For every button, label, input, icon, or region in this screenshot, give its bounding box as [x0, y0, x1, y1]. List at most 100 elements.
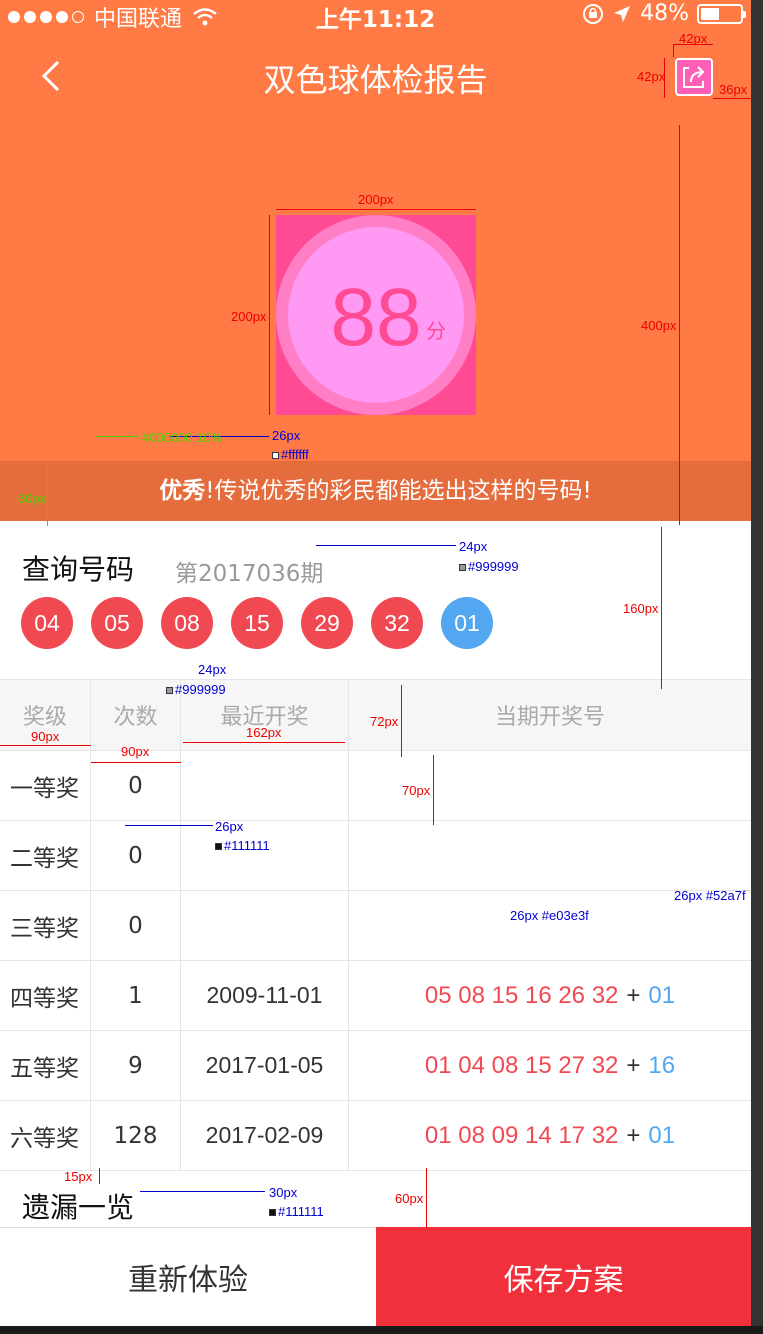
spec-label: 26px	[215, 819, 244, 834]
red-ball: 08	[161, 597, 213, 649]
spec-label: #111111	[215, 838, 270, 853]
prize-count: 128	[91, 1101, 181, 1170]
spec-line	[401, 685, 402, 757]
prize-numbers	[349, 821, 751, 890]
blue-number: 01	[648, 981, 676, 1009]
query-issue: 第2017036期	[175, 561, 324, 587]
red-ball: 15	[231, 597, 283, 649]
spec-label: #000000 10%	[142, 430, 223, 445]
spec-line	[433, 755, 434, 825]
evaluation-grade: 优秀	[159, 478, 206, 504]
spec-label: 26px	[272, 428, 301, 443]
prize-count: 1	[91, 961, 181, 1030]
spec-label: 26px #52a7f	[674, 888, 746, 903]
spec-color: #999999	[468, 559, 519, 574]
spec-label: 24px	[198, 662, 227, 677]
query-balls: 04 05 08 15 29 32 01	[21, 597, 493, 649]
blue-number: 01	[648, 1121, 676, 1149]
missing-overview-title: 遗漏一览	[22, 1191, 135, 1224]
spec-label: 200px	[231, 309, 267, 324]
spec-label: 60px	[395, 1191, 424, 1206]
spec-label: #ffffff	[272, 447, 309, 462]
table-row: 三等奖 0	[0, 891, 751, 961]
spec-label: 30px	[269, 1185, 298, 1200]
plus-sign: +	[626, 1051, 641, 1079]
spec-label: #999999	[166, 682, 226, 697]
prize-date: 2017-01-05	[181, 1031, 349, 1100]
spec-label: 90px	[121, 744, 150, 759]
prize-level: 一等奖	[0, 751, 91, 820]
battery-icon	[697, 3, 746, 24]
red-ball: 32	[371, 597, 423, 649]
battery-fill	[701, 7, 720, 20]
spec-line	[183, 742, 345, 743]
spec-label: 36px	[719, 82, 748, 97]
blue-ball: 01	[441, 597, 493, 649]
share-icon	[683, 66, 705, 88]
red-ball: 05	[91, 597, 143, 649]
evaluation-text: !传说优秀的彩民都能选出这样的号码!	[205, 478, 592, 504]
spec-line	[140, 1191, 265, 1192]
spec-color: #111111	[224, 838, 270, 853]
spec-line	[99, 1168, 100, 1184]
spec-label: #999999	[459, 559, 519, 574]
prize-date: 2017-02-09	[181, 1101, 349, 1170]
spec-color: #111111	[278, 1204, 324, 1219]
spec-line	[661, 527, 662, 689]
footer-bar: 重新体验 保存方案	[0, 1227, 751, 1326]
plus-sign: +	[626, 981, 641, 1009]
plus-sign: +	[626, 1121, 641, 1149]
score-badge: 88 分	[276, 215, 476, 415]
retry-button[interactable]: 重新体验	[0, 1227, 376, 1326]
prize-count: 0	[91, 891, 181, 960]
prize-numbers: 05 08 15 16 26 32 +01	[349, 961, 751, 1030]
spec-color: #ffffff	[281, 447, 309, 462]
prize-count: 9	[91, 1031, 181, 1100]
red-numbers: 01 08 09 14 17 32	[424, 1121, 619, 1149]
prize-date: 2009-11-01	[181, 961, 349, 1030]
spec-line	[125, 825, 213, 826]
spec-line	[95, 436, 140, 437]
table-row: 六等奖 128 2017-02-09 01 08 09 14 17 32 +01	[0, 1101, 751, 1171]
prize-numbers: 01 08 09 14 17 32 +01	[349, 1101, 751, 1170]
spec-line	[713, 98, 751, 99]
score-value: 88	[330, 272, 422, 363]
spec-line	[316, 545, 456, 546]
header-numbers: 当期开奖号	[494, 704, 605, 729]
spec-line	[679, 125, 680, 525]
spec-label: 200px	[358, 192, 394, 207]
spec-label: 60px	[18, 491, 47, 506]
spec-line	[426, 1168, 427, 1228]
spec-line	[0, 745, 91, 746]
battery-percent: 48%	[640, 1, 689, 26]
table-row: 二等奖 0	[0, 821, 751, 891]
red-ball: 29	[301, 597, 353, 649]
prize-level: 二等奖	[0, 821, 91, 890]
prize-level: 四等奖	[0, 961, 91, 1030]
prize-level: 六等奖	[0, 1101, 91, 1170]
prize-count: 0	[91, 821, 181, 890]
prize-date	[181, 891, 349, 960]
spec-label: 26px #e03e3f	[510, 908, 589, 923]
save-plan-button[interactable]: 保存方案	[376, 1227, 751, 1326]
prize-level: 五等奖	[0, 1031, 91, 1100]
spec-label: 162px	[246, 725, 282, 740]
spec-line	[47, 466, 48, 526]
app-screen: 中国联通 上午11:12 48% 双色球体检报告 88 分 优秀!传说优秀的彩民…	[0, 0, 751, 1326]
spec-color: #999999	[175, 682, 226, 697]
red-numbers: 05 08 15 16 26 32	[424, 981, 619, 1009]
score-unit: 分	[426, 319, 446, 343]
screen-edge	[751, 0, 763, 1334]
prize-numbers: 01 04 08 15 27 32 +16	[349, 1031, 751, 1100]
query-title: 查询号码	[22, 553, 135, 586]
spec-label: 15px	[64, 1169, 93, 1184]
spec-label: 70px	[402, 783, 431, 798]
share-button[interactable]	[675, 58, 713, 96]
spec-label: 24px	[459, 539, 488, 554]
spec-label: 400px	[641, 318, 677, 333]
screen-edge	[0, 1326, 763, 1334]
spec-label: #111111	[269, 1204, 324, 1219]
prize-level: 三等奖	[0, 891, 91, 960]
prize-date	[181, 821, 349, 890]
spec-label: 90px	[31, 729, 60, 744]
